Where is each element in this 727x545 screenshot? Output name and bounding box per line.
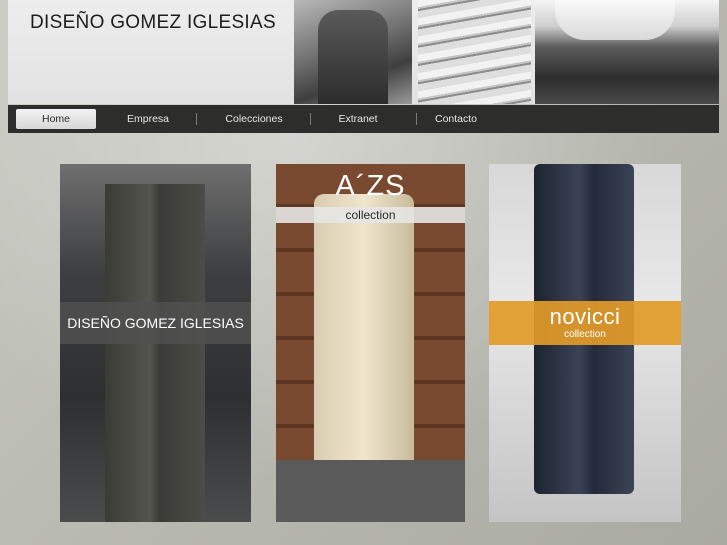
azs-brand-logo: A´ZS [335,170,406,202]
nav-empresa[interactable]: Empresa [108,109,188,129]
nav-colecciones[interactable]: Colecciones [208,109,300,129]
site-title: DISEÑO GOMEZ IGLESIAS [30,12,276,33]
nav-home[interactable]: Home [16,109,96,129]
nav-separator [310,113,311,125]
novicci-brand-logo: novicci [549,304,621,329]
azs-collection-label: collection [276,207,465,223]
nav-extranet[interactable]: Extranet [320,109,396,129]
header-photo-folded-shirts [418,0,531,104]
header-photo-woman-trousers [535,0,719,104]
nav-separator [416,113,417,125]
collection-label-gomez-iglesias[interactable]: DISEÑO GOMEZ IGLESIAS [60,302,251,344]
main-navigation: Home Empresa Colecciones Extranet Contac… [8,105,719,133]
header-photo-man-shirt [294,0,412,104]
novicci-collection-band[interactable]: novicci collection [489,301,681,345]
nav-contacto[interactable]: Contacto [418,109,494,129]
nav-separator [196,113,197,125]
novicci-collection-label: collection [564,329,606,340]
site-header: DISEÑO GOMEZ IGLESIAS [8,0,719,104]
